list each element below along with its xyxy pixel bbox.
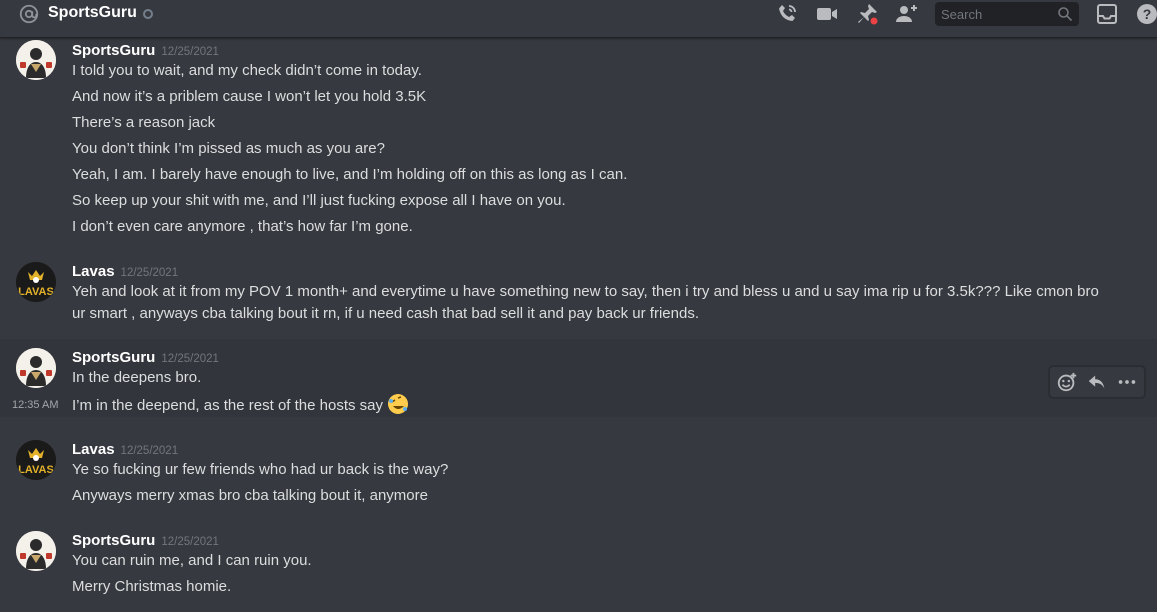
help-icon[interactable]: ? — [1135, 2, 1157, 26]
sportsguru-avatar-icon — [16, 40, 56, 80]
message-text: And now it’s a priblem cause I won’t let… — [72, 88, 427, 105]
channel-header: SportsGuru Search ? — [0, 0, 1157, 38]
author-name[interactable]: SportsGuru — [72, 42, 155, 59]
search-icon — [1058, 7, 1073, 22]
avatar-sportsguru[interactable] — [16, 348, 56, 388]
search-input[interactable]: Search — [935, 2, 1079, 26]
avatar-lavas[interactable]: LAVAS — [16, 440, 56, 480]
message-header: Lavas 12/25/2021 — [72, 261, 178, 281]
add-friend-icon[interactable] — [895, 2, 919, 26]
message-timestamp: 12/25/2021 — [161, 536, 219, 548]
hover-timestamp: 12:35 AM — [12, 399, 59, 411]
message-text: I’m in the deepend, as the rest of the h… — [72, 393, 409, 417]
message-timestamp: 12/25/2021 — [120, 445, 179, 457]
rofl-emoji-icon — [388, 394, 409, 414]
message-timestamp: 12/25/2021 — [161, 46, 219, 58]
message-header: SportsGuru 12/25/2021 — [72, 530, 219, 550]
at-icon — [19, 4, 39, 24]
status-offline-icon — [143, 9, 153, 19]
message-list: SportsGuru 12/25/2021 I told you to wait,… — [0, 38, 1157, 612]
message-group: LAVAS Lavas 12/25/2021 Yeh and look at it… — [0, 260, 1157, 330]
author-name[interactable]: SportsGuru — [72, 349, 155, 366]
pin-icon[interactable] — [855, 2, 879, 26]
message-actions-toolbar — [1049, 366, 1145, 398]
add-reaction-icon[interactable] — [1056, 371, 1080, 395]
lavas-logo-text: LAVAS — [18, 464, 54, 476]
message-text: I don’t even care anymore , that’s how f… — [72, 218, 413, 235]
message-header: Lavas 12/25/2021 — [72, 439, 178, 459]
lavas-logo-text: LAVAS — [18, 286, 54, 298]
message-timestamp: 12/25/2021 — [161, 353, 219, 365]
message-group: SportsGuru 12/25/2021 You can ruin me, an… — [0, 529, 1157, 599]
sportsguru-avatar-icon — [16, 348, 56, 388]
inbox-icon[interactable] — [1095, 2, 1119, 26]
message-text: Yeh and look at it from my POV 1 month+ … — [72, 283, 1099, 322]
avatar-sportsguru[interactable] — [16, 531, 56, 571]
message-text: There’s a reason jack — [72, 114, 216, 131]
video-icon[interactable] — [815, 2, 839, 26]
channel-name: SportsGuru — [48, 4, 137, 21]
message-group: LAVAS Lavas 12/25/2021 Ye so fucking ur f… — [0, 438, 1157, 508]
avatar-sportsguru[interactable] — [16, 40, 56, 80]
message-text: Merry Christmas homie. — [72, 578, 232, 595]
svg-text:?: ? — [1143, 6, 1152, 22]
author-name[interactable]: Lavas — [72, 441, 115, 458]
message-group: SportsGuru 12/25/2021 I told you to wait,… — [0, 38, 1157, 248]
more-options-icon[interactable] — [1116, 371, 1140, 395]
message-header: SportsGuru 12/25/2021 — [72, 40, 219, 60]
author-name[interactable]: SportsGuru — [72, 532, 155, 549]
message-text: Yeah, I am. I barely have enough to live… — [72, 166, 628, 183]
sportsguru-avatar-icon — [16, 531, 56, 571]
reply-icon[interactable] — [1086, 371, 1110, 395]
phone-call-icon[interactable] — [775, 2, 799, 26]
message-timestamp: 12/25/2021 — [120, 267, 179, 279]
lavas-avatar-icon: LAVAS — [16, 262, 56, 302]
lavas-avatar-icon: LAVAS — [16, 440, 56, 480]
message-group: SportsGuru 12/25/2021 In the deepens bro.… — [0, 339, 1157, 417]
message-text: In the deepens bro. — [72, 369, 202, 386]
message-header: SportsGuru 12/25/2021 — [72, 347, 219, 367]
message-text: Ye so fucking ur few friends who had ur … — [72, 461, 449, 478]
message-text: You can ruin me, and I can ruin you. — [72, 552, 312, 569]
search-placeholder: Search — [941, 7, 983, 22]
message-text: I told you to wait, and my check didn’t … — [72, 62, 422, 79]
message-text: So keep up your shit with me, and I’ll j… — [72, 192, 566, 209]
author-name[interactable]: Lavas — [72, 263, 115, 280]
message-text: You don’t think I’m pissed as much as yo… — [72, 140, 385, 157]
avatar-lavas[interactable]: LAVAS — [16, 262, 56, 302]
message-text: Anyways merry xmas bro cba talking bout … — [72, 487, 428, 504]
message-text-content: I’m in the deepend, as the rest of the h… — [72, 397, 384, 414]
